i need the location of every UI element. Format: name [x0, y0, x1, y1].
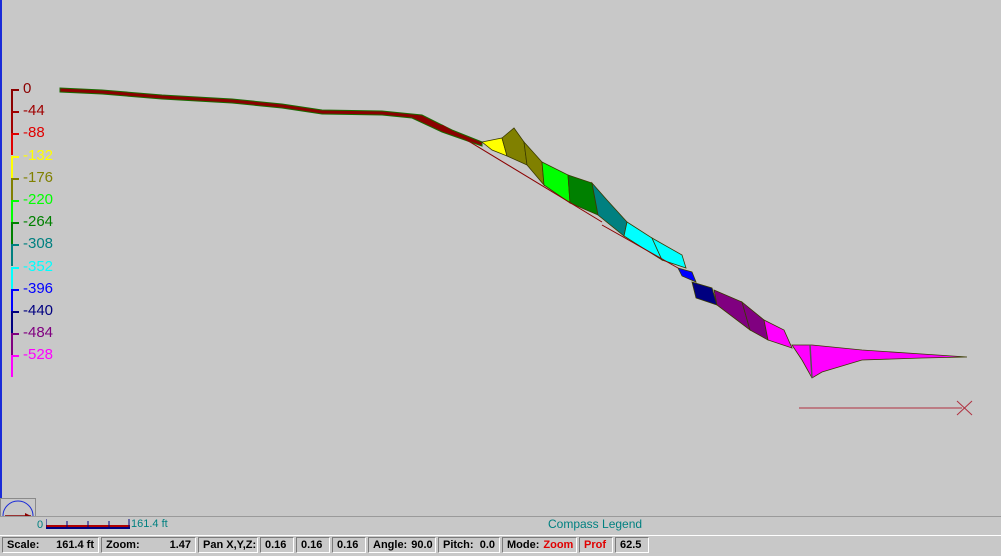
status-angle-value: 90.0 — [411, 539, 433, 551]
status-pitch-value: 0.0 — [479, 539, 495, 551]
depth-legend-swatch — [11, 199, 13, 222]
status-zoom-label: Zoom: — [106, 539, 140, 551]
depth-legend-tick — [11, 288, 19, 291]
depth-legend-swatch — [11, 310, 13, 333]
status-zoom-value: 1.47 — [169, 539, 191, 551]
status-bar: Scale: 161.4 ft Zoom: 1.47 Pan X,Y,Z: 0.… — [0, 535, 1001, 556]
status-pan-label: Pan X,Y,Z: — [203, 539, 257, 551]
depth-legend-tick — [11, 155, 19, 158]
scale-bar — [46, 519, 130, 529]
depth-legend-tick — [11, 133, 19, 136]
status-prof[interactable]: Prof — [579, 537, 613, 553]
status-pan-y: 0.16 — [296, 537, 330, 553]
depth-legend-label: -396 — [23, 279, 54, 297]
depth-legend-tick — [11, 222, 19, 225]
status-pan-y-value: 0.16 — [301, 539, 323, 551]
depth-legend-tick — [11, 355, 19, 358]
depth-legend-label: -528 — [23, 346, 54, 364]
status-pan-z: 0.16 — [332, 537, 366, 553]
depth-legend-label: -176 — [23, 168, 54, 186]
status-pan-x: 0.16 — [260, 537, 294, 553]
status-pan-x-value: 0.16 — [265, 539, 287, 551]
depth-legend-swatch — [11, 155, 13, 178]
depth-legend-tick — [11, 199, 19, 202]
scale-arrow-marker — [799, 400, 973, 416]
depth-legend-tick — [11, 89, 19, 91]
cave-passage-descent — [441, 124, 968, 379]
depth-legend-swatch — [11, 355, 13, 378]
depth-legend-label: -484 — [23, 324, 54, 342]
status-scale: Scale: 161.4 ft — [2, 537, 99, 553]
status-zoom: Zoom: 1.47 — [101, 537, 196, 553]
status-angle: Angle: 90.0 — [368, 537, 436, 553]
scale-zero-label: 0 — [37, 519, 44, 531]
status-mode-label: Mode: — [507, 539, 540, 551]
depth-legend-swatch — [11, 89, 13, 111]
depth-legend-label: -440 — [23, 301, 54, 319]
scale-max-label: 161.4 ft — [131, 518, 168, 530]
status-pan-z-value: 0.16 — [337, 539, 359, 551]
depth-legend-swatch — [11, 244, 13, 267]
status-pan: Pan X,Y,Z: — [198, 537, 258, 553]
depth-legend-swatch — [11, 288, 13, 311]
status-pitch-label: Pitch: — [443, 539, 474, 551]
depth-legend-label: -132 — [23, 146, 54, 164]
depth-legend-label: -88 — [23, 124, 45, 142]
depth-legend-swatch — [11, 111, 13, 134]
status-mode-value: Zoom — [543, 539, 574, 551]
status-scale-value: 161.4 ft — [56, 539, 94, 551]
cave-profile-plot[interactable] — [2, 0, 1001, 516]
depth-legend-label: -352 — [23, 257, 54, 275]
status-angle-label: Angle: — [373, 539, 408, 551]
depth-legend-swatch — [11, 222, 13, 245]
status-mode: Mode: Zoom — [502, 537, 577, 553]
depth-legend-label: 0 — [23, 80, 32, 97]
status-fps-value: 62.5 — [620, 539, 642, 551]
compass-legend-label: Compass Legend — [548, 517, 643, 531]
depth-legend-tick — [11, 333, 19, 336]
depth-legend-label: -44 — [23, 102, 45, 120]
depth-legend-label: -264 — [23, 213, 54, 231]
status-pitch: Pitch: 0.0 — [438, 537, 500, 553]
depth-legend-tick — [11, 310, 19, 313]
depth-legend-swatch — [11, 266, 13, 289]
depth-legend-tick — [11, 244, 19, 247]
cave-plot-viewport[interactable]: 0 -44 -88 -132 -176 -220 -264 -308 -352 -396 -440 -… — [0, 0, 1001, 516]
status-fps: 62.5 — [615, 537, 649, 553]
depth-legend-tick — [11, 177, 19, 180]
depth-legend-tick — [11, 111, 19, 114]
status-scale-label: Scale: — [7, 539, 40, 551]
depth-legend-swatch — [11, 177, 13, 200]
depth-legend-swatch — [11, 333, 13, 356]
depth-legend-swatch — [11, 133, 13, 156]
depth-legend-label: -220 — [23, 190, 54, 208]
cave-passage-upper — [59, 87, 483, 147]
status-prof-label: Prof — [584, 539, 606, 551]
depth-legend-tick — [11, 266, 19, 269]
depth-legend-label: -308 — [23, 235, 54, 253]
